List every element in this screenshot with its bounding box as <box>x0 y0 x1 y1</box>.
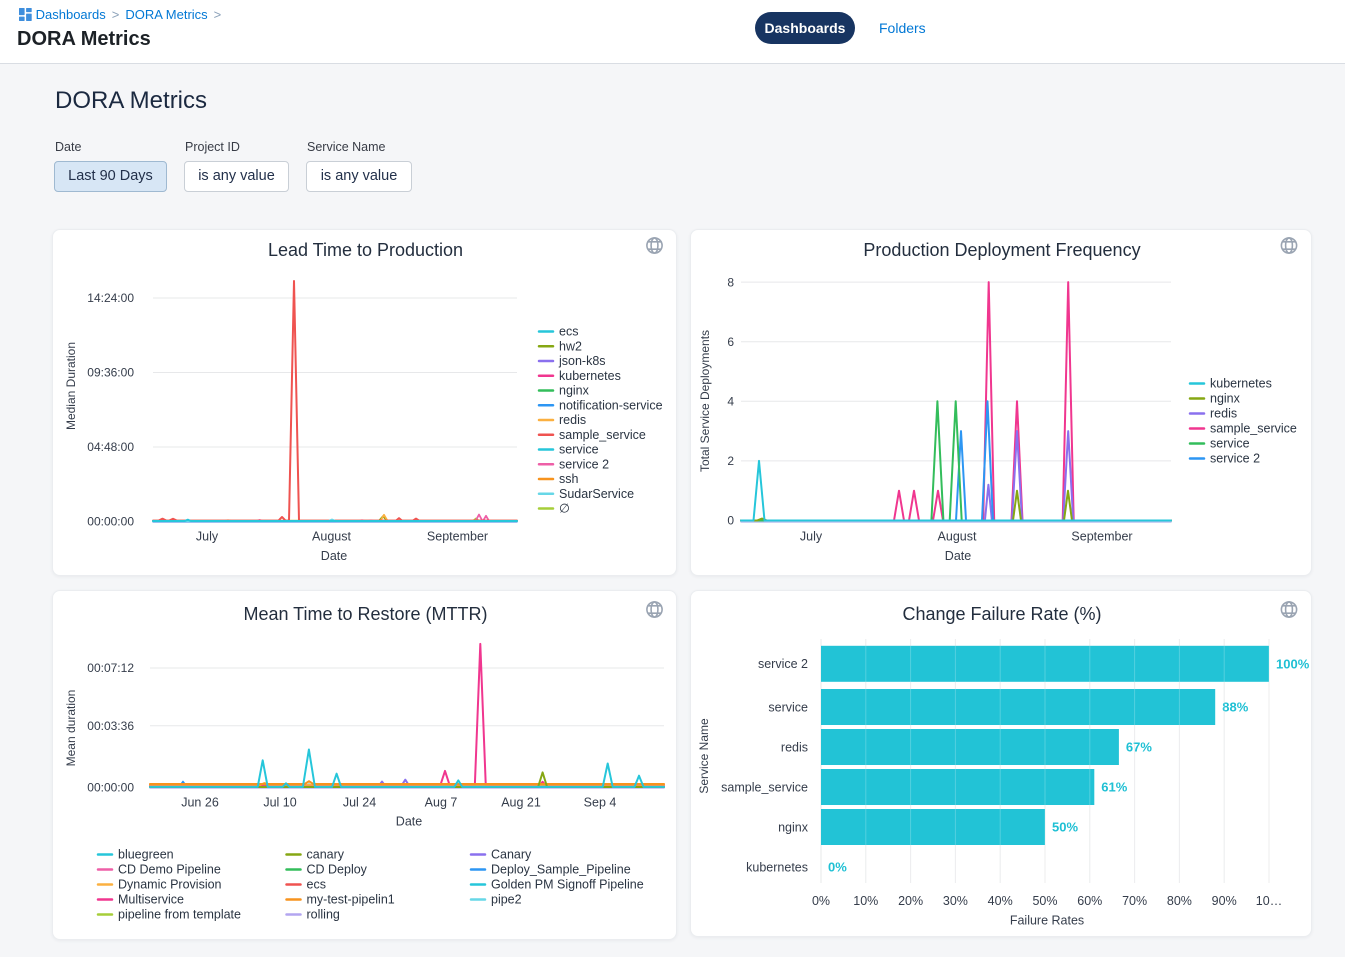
svg-text:canary: canary <box>307 848 345 862</box>
svg-text:notification-service: notification-service <box>559 398 663 412</box>
svg-text:ecs: ecs <box>307 878 326 892</box>
svg-text:04:48:00: 04:48:00 <box>87 440 134 454</box>
svg-text:4: 4 <box>727 395 734 409</box>
svg-text:service 2: service 2 <box>1210 452 1260 466</box>
svg-text:pipe2: pipe2 <box>491 893 522 907</box>
svg-text:Date: Date <box>945 549 971 563</box>
svg-text:2: 2 <box>727 454 734 468</box>
svg-text:bluegreen: bluegreen <box>118 848 174 862</box>
svg-text:sample_service: sample_service <box>559 428 646 442</box>
svg-text:service 2: service 2 <box>758 657 808 671</box>
svg-text:50%: 50% <box>1032 894 1057 908</box>
svg-text:60%: 60% <box>1077 894 1102 908</box>
svg-text:90%: 90% <box>1212 894 1237 908</box>
svg-text:100%: 100% <box>1276 656 1310 671</box>
svg-text:CD Demo Pipeline: CD Demo Pipeline <box>118 863 221 877</box>
svg-text:Total Service Deployments: Total Service Deployments <box>698 330 712 472</box>
svg-text:August: August <box>312 530 351 544</box>
svg-text:redis: redis <box>781 740 808 754</box>
svg-text:30%: 30% <box>943 894 968 908</box>
svg-text:rolling: rolling <box>307 908 340 922</box>
svg-text:Deploy_Sample_Pipeline: Deploy_Sample_Pipeline <box>491 863 631 877</box>
svg-text:September: September <box>427 530 488 544</box>
svg-text:Jul 24: Jul 24 <box>343 796 376 810</box>
svg-text:ecs: ecs <box>559 325 578 339</box>
svg-text:10%: 10% <box>853 894 878 908</box>
svg-text:SudarService: SudarService <box>559 487 634 501</box>
svg-text:redis: redis <box>559 413 586 427</box>
svg-text:Jun 26: Jun 26 <box>181 796 219 810</box>
svg-text:00:03:36: 00:03:36 <box>87 719 134 733</box>
svg-text:61%: 61% <box>1101 780 1127 795</box>
svg-text:14:24:00: 14:24:00 <box>87 291 134 305</box>
svg-text:Date: Date <box>396 815 422 829</box>
svg-text:Median Duration: Median Duration <box>64 342 78 430</box>
svg-text:Production Deployment Frequenc: Production Deployment Frequency <box>863 240 1140 260</box>
svg-text:50%: 50% <box>1052 820 1078 835</box>
svg-text:Canary: Canary <box>491 848 532 862</box>
svg-text:Aug 7: Aug 7 <box>425 796 458 810</box>
svg-text:Aug 21: Aug 21 <box>501 796 541 810</box>
svg-text:0%: 0% <box>812 894 830 908</box>
svg-text:hw2: hw2 <box>559 339 582 353</box>
svg-text:Sep 4: Sep 4 <box>584 796 617 810</box>
svg-text:Golden PM Signoff Pipeline: Golden PM Signoff Pipeline <box>491 878 644 892</box>
svg-text:40%: 40% <box>988 894 1013 908</box>
svg-text:00:00:00: 00:00:00 <box>87 515 134 529</box>
svg-text:redis: redis <box>1210 407 1237 421</box>
svg-text:service: service <box>768 700 808 714</box>
svg-text:ssh: ssh <box>559 472 579 486</box>
svg-text:Mean duration: Mean duration <box>64 690 78 767</box>
svg-text:Lead Time to Production: Lead Time to Production <box>268 240 463 260</box>
svg-text:CD Deploy: CD Deploy <box>307 863 368 877</box>
svg-text:json-k8s: json-k8s <box>558 354 606 368</box>
svg-text:kubernetes: kubernetes <box>1210 377 1272 391</box>
svg-text:nginx: nginx <box>778 820 809 834</box>
svg-text:Change Failure Rate (%): Change Failure Rate (%) <box>902 604 1101 624</box>
svg-text:nginx: nginx <box>559 384 590 398</box>
svg-text:sample_service: sample_service <box>721 780 808 794</box>
svg-text:88%: 88% <box>1222 700 1248 715</box>
svg-text:service: service <box>1210 437 1250 451</box>
svg-text:sample_service: sample_service <box>1210 422 1297 436</box>
svg-text:July: July <box>800 530 823 544</box>
svg-text:∅: ∅ <box>559 502 570 516</box>
svg-text:Multiservice: Multiservice <box>118 893 184 907</box>
svg-text:09:36:00: 09:36:00 <box>87 366 134 380</box>
svg-text:20%: 20% <box>898 894 923 908</box>
svg-text:pipeline from template: pipeline from template <box>118 908 241 922</box>
svg-text:July: July <box>196 530 219 544</box>
svg-text:00:00:00: 00:00:00 <box>87 781 134 795</box>
svg-text:0%: 0% <box>828 860 847 875</box>
svg-text:67%: 67% <box>1126 740 1152 755</box>
svg-text:August: August <box>938 530 977 544</box>
svg-text:6: 6 <box>727 335 734 349</box>
svg-text:0: 0 <box>727 514 734 528</box>
svg-text:service 2: service 2 <box>559 457 609 471</box>
svg-text:Jul 10: Jul 10 <box>263 796 296 810</box>
svg-text:Failure Rates: Failure Rates <box>1010 914 1084 928</box>
svg-text:September: September <box>1071 530 1132 544</box>
svg-text:service: service <box>559 443 599 457</box>
svg-text:70%: 70% <box>1122 894 1147 908</box>
svg-text:kubernetes: kubernetes <box>746 860 808 874</box>
svg-text:kubernetes: kubernetes <box>559 369 621 383</box>
svg-text:80%: 80% <box>1167 894 1192 908</box>
svg-text:00:07:12: 00:07:12 <box>87 661 134 675</box>
svg-text:Dynamic Provision: Dynamic Provision <box>118 878 222 892</box>
svg-text:Date: Date <box>321 549 347 563</box>
svg-text:10…: 10… <box>1256 894 1282 908</box>
svg-text:Service Name: Service Name <box>697 718 711 794</box>
svg-text:Mean Time to Restore (MTTR): Mean Time to Restore (MTTR) <box>243 604 487 624</box>
svg-text:8: 8 <box>727 275 734 289</box>
svg-text:my-test-pipelin1: my-test-pipelin1 <box>307 893 395 907</box>
svg-text:nginx: nginx <box>1210 392 1241 406</box>
